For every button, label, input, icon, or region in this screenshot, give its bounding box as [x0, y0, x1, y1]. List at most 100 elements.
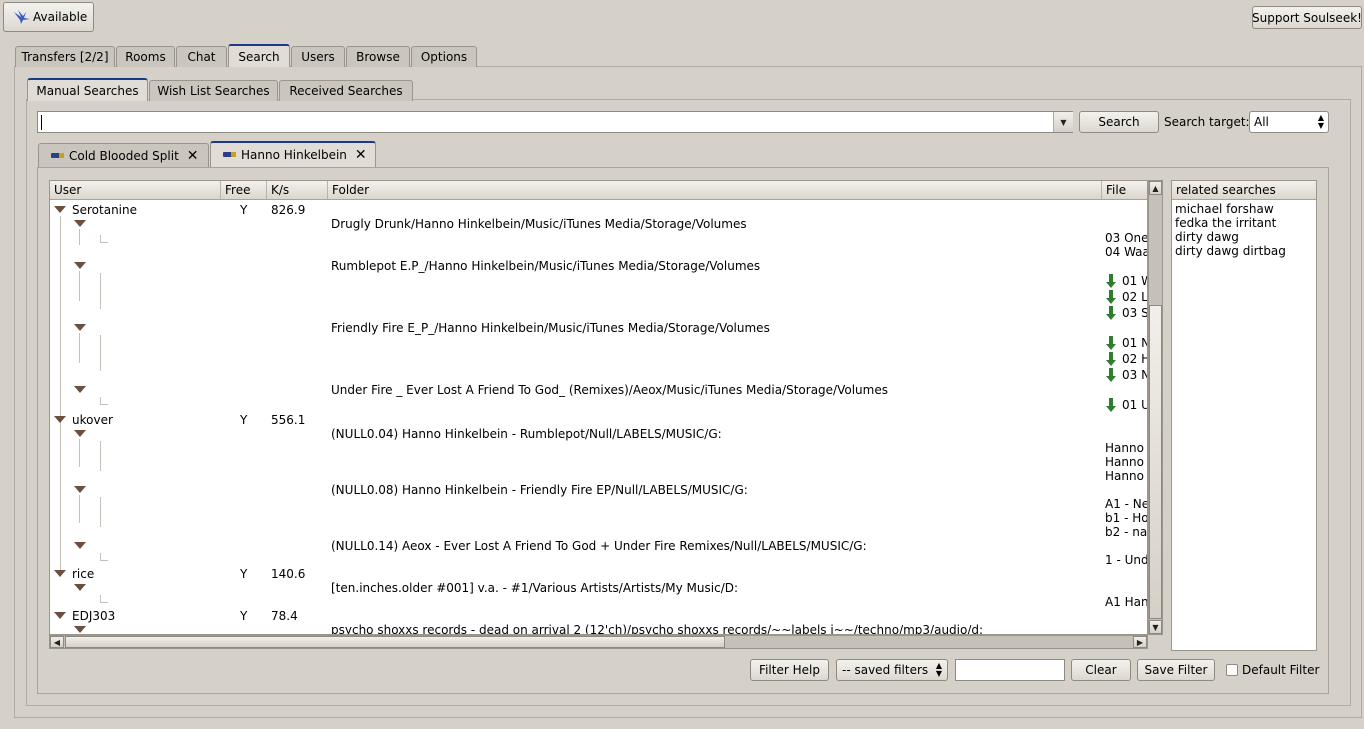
tab-options[interactable]: Options [411, 46, 477, 67]
close-icon[interactable]: ✕ [355, 147, 367, 163]
column-header-user[interactable]: User [50, 181, 221, 200]
folder-path: Drugly Drunk/Hanno Hinkelbein/Music/iTun… [331, 217, 747, 231]
scroll-left-icon[interactable]: ◀ [50, 636, 64, 648]
download-arrow-icon [1106, 274, 1116, 288]
expander-icon[interactable] [54, 570, 66, 577]
tree-line [60, 216, 61, 571]
support-soulseek-button[interactable]: Support Soulseek! [1252, 6, 1362, 29]
tab-transfers[interactable]: Transfers [2/2] [15, 46, 115, 67]
tree-line [79, 229, 80, 245]
scroll-up-icon[interactable]: ▲ [1149, 181, 1162, 195]
expander-icon[interactable] [74, 386, 86, 393]
tab-result-label: Cold Blooded Split [69, 148, 179, 163]
file-name: 03 N [1122, 368, 1148, 382]
tab-browse[interactable]: Browse [346, 46, 410, 67]
expander-icon[interactable] [74, 486, 86, 493]
file-name: Hanno I [1105, 455, 1148, 469]
column-header-file[interactable]: File [1102, 181, 1147, 200]
saved-filters-value: -- saved filters [842, 663, 929, 677]
expander-icon[interactable] [74, 626, 86, 633]
vertical-scrollbar[interactable]: ▲ ▼ [1148, 180, 1163, 635]
related-search-item[interactable]: dirty dawg [1175, 230, 1239, 244]
search-input[interactable]: ▼ [37, 111, 1073, 133]
horizontal-scrollbar[interactable]: ◀ ▶ [49, 635, 1148, 649]
download-arrow-icon [1106, 398, 1116, 412]
results-tree[interactable]: User Free K/s Folder File Serotanine Y 8… [49, 180, 1148, 635]
column-header-free[interactable]: Free [221, 181, 267, 200]
expander-icon[interactable] [74, 324, 86, 331]
bird-icon [14, 10, 30, 24]
expander-icon[interactable] [54, 612, 66, 619]
text-cursor [41, 115, 42, 130]
filter-help-button[interactable]: Filter Help [750, 659, 829, 681]
saved-filters-select[interactable]: -- saved filters ▲ ▼ [836, 659, 948, 681]
tab-search[interactable]: Search [228, 44, 290, 67]
expander-icon[interactable] [74, 262, 86, 269]
folder-path: psycho shoxxs records - dead on arrival … [331, 623, 984, 635]
download-arrow-icon [1106, 368, 1116, 382]
free-slot: Y [240, 203, 248, 217]
folder-path: Rumblepot E.P_/Hanno Hinkelbein/Music/iT… [331, 259, 761, 273]
tab-result-hanno-hinkelbein[interactable]: Hanno Hinkelbein ✕ [210, 141, 376, 167]
expander-icon[interactable] [74, 430, 86, 437]
expander-icon[interactable] [54, 206, 66, 213]
free-slot: Y [240, 567, 248, 581]
tree-elbow [100, 235, 108, 243]
file-name: 01 W [1122, 274, 1147, 288]
user-name: ukover [72, 413, 113, 427]
tree-line [79, 333, 80, 363]
scroll-down-icon[interactable]: ▼ [1149, 620, 1162, 634]
user-name: EDJ303 [72, 609, 116, 623]
chevron-down-icon[interactable]: ▼ [1053, 112, 1073, 132]
tree-elbow [100, 397, 108, 405]
file-name: 01 N [1122, 336, 1148, 350]
default-filter-label: Default Filter [1242, 663, 1320, 677]
status-button[interactable]: Available [3, 2, 94, 32]
free-slot: Y [240, 413, 248, 427]
file-name: b1 - Ho [1105, 511, 1148, 525]
expander-icon[interactable] [74, 584, 86, 591]
tree-line [79, 495, 80, 523]
related-searches-list[interactable]: related searches michael forshaw fedka t… [1171, 180, 1317, 651]
save-filter-button[interactable]: Save Filter [1137, 659, 1215, 681]
search-button[interactable]: Search [1079, 111, 1159, 133]
file-name: b2 - na [1105, 525, 1148, 539]
folder-path: [ten.inches.older #001] v.a. - #1/Variou… [331, 581, 739, 595]
column-header-speed[interactable]: K/s [267, 181, 328, 200]
filter-input[interactable] [955, 659, 1065, 681]
tab-users[interactable]: Users [291, 46, 345, 67]
expander-icon[interactable] [74, 542, 86, 549]
clear-button[interactable]: Clear [1071, 659, 1131, 681]
scroll-thumb[interactable] [1149, 305, 1162, 619]
tree-line [100, 497, 101, 527]
tab-manual-searches[interactable]: Manual Searches [27, 78, 148, 101]
scroll-right-icon[interactable]: ▶ [1133, 636, 1147, 648]
tree-elbow [100, 595, 108, 603]
related-search-item[interactable]: fedka the irritant [1175, 216, 1276, 230]
tab-rooms[interactable]: Rooms [116, 46, 175, 67]
download-arrow-icon [1106, 290, 1116, 304]
file-name: Hanno I [1105, 441, 1148, 455]
user-name: rice [72, 567, 95, 581]
expander-icon[interactable] [54, 416, 66, 423]
tab-received-searches[interactable]: Received Searches [279, 80, 413, 101]
search-target-select[interactable]: All ▲ ▼ [1249, 111, 1329, 133]
related-search-item[interactable]: michael forshaw [1175, 202, 1274, 216]
related-search-item[interactable]: dirty dawg dirtbag [1175, 244, 1286, 258]
tab-chat[interactable]: Chat [176, 46, 227, 67]
expander-icon[interactable] [74, 220, 86, 227]
folder-path: Friendly Fire E_P_/Hanno Hinkelbein/Musi… [331, 321, 770, 335]
default-filter-checkbox[interactable] [1226, 664, 1238, 676]
tree-line [100, 335, 101, 371]
free-slot: Y [240, 609, 248, 623]
hscroll-thumb[interactable] [65, 636, 725, 648]
column-header-folder[interactable]: Folder [328, 181, 1102, 200]
download-arrow-icon [1106, 306, 1116, 320]
tab-result-cold-blooded-split[interactable]: Cold Blooded Split ✕ [38, 143, 209, 167]
upload-speed: 140.6 [271, 567, 306, 581]
tree-elbow [100, 553, 108, 561]
close-icon[interactable]: ✕ [187, 148, 199, 164]
tab-wish-list-searches[interactable]: Wish List Searches [149, 80, 278, 101]
tree-line [79, 439, 80, 467]
related-searches-header[interactable]: related searches [1172, 181, 1316, 200]
